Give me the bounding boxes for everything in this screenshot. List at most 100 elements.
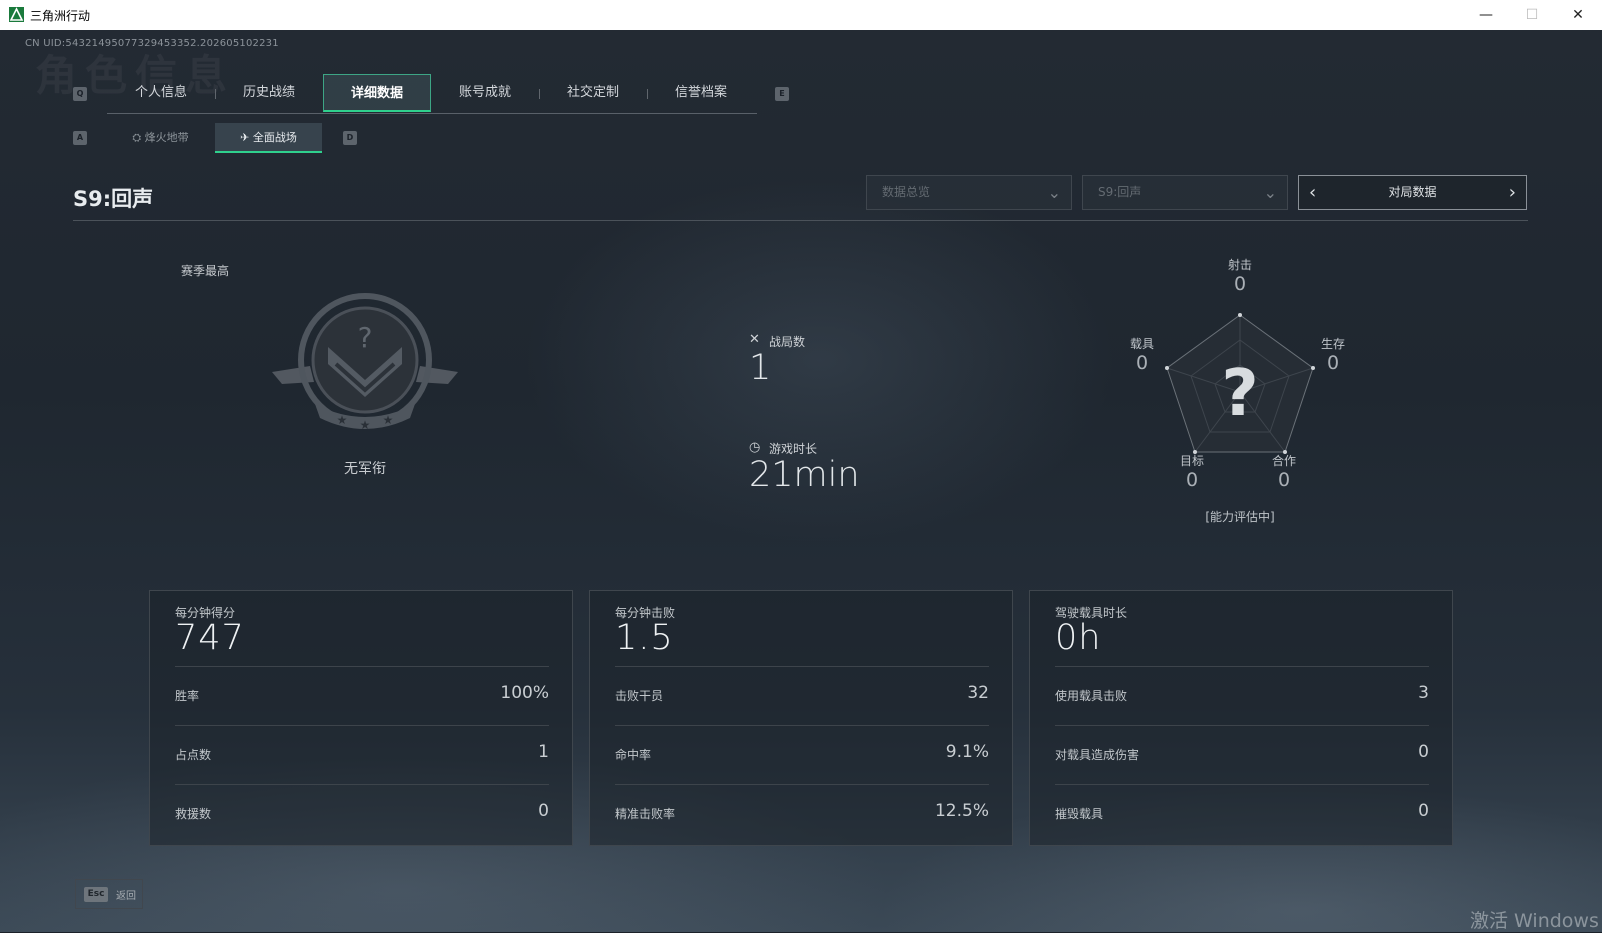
stat-card-score: 每分钟得分 747 胜率 100% 占点数 1 救援数 0	[149, 590, 573, 846]
radar-shooting-value: 0	[1233, 273, 1247, 295]
svg-text:★: ★	[337, 413, 348, 427]
stat-row: 精准击败率 12.5%	[615, 784, 989, 844]
subtab-hazard-zone[interactable]: ⛭ 烽火地带	[107, 123, 214, 153]
tab-personal-info[interactable]: 个人信息	[107, 74, 215, 112]
matches-value: 1	[749, 348, 772, 388]
mode-select[interactable]: 数据总览 ⌄	[866, 175, 1072, 210]
radar-shooting-label: 射击	[1227, 258, 1252, 272]
stat-value: 32	[967, 683, 989, 703]
stat-label: 使用载具击败	[1055, 689, 1128, 703]
radar-teamwork-value: 0	[1277, 469, 1291, 491]
stat-card-kills: 每分钟击败 1.5 击败干员 32 命中率 9.1% 精准击败率 12.5%	[589, 590, 1013, 846]
radar-vehicle-label: 载具	[1129, 337, 1154, 351]
season-title: S9:回声	[73, 187, 154, 211]
svg-text:★: ★	[360, 418, 371, 432]
mode-subtabs: ⛭ 烽火地带 ✈ 全面战场	[107, 123, 322, 153]
ability-evaluating-note: [能力评估中]	[1205, 510, 1275, 524]
tab-social[interactable]: 社交定制	[539, 74, 647, 112]
app-logo-icon	[9, 7, 24, 22]
crossed-swords-icon: ✕	[749, 332, 760, 347]
radar-objective-label: 目标	[1179, 454, 1204, 468]
rank-emblem-icon: ? ★ ★ ★	[272, 293, 458, 432]
chevron-down-icon: ⌄	[1047, 183, 1061, 202]
season-select-value: S9:回声	[1098, 185, 1142, 199]
close-button[interactable]: ✕	[1556, 0, 1600, 30]
tab-achievements[interactable]: 账号成就	[431, 74, 539, 112]
card-main-value: 1.5	[615, 618, 674, 658]
stat-label: 胜率	[175, 689, 200, 703]
stat-row: 占点数 1	[175, 725, 549, 785]
clock-icon: ◷	[749, 440, 761, 455]
stat-row: 命中率 9.1%	[615, 725, 989, 785]
chevron-left-icon[interactable]: ‹	[1309, 176, 1316, 209]
card-main-value: 0h	[1055, 618, 1102, 658]
stat-label: 对载具造成伤害	[1055, 748, 1140, 762]
stat-card-vehicle: 驾驶载具时长 0h 使用载具击败 3 对载具造成伤害 0 摧毁载具 0	[1029, 590, 1453, 846]
stat-label: 占点数	[175, 748, 212, 762]
season-select[interactable]: S9:回声 ⌄	[1082, 175, 1288, 210]
window-title: 三角洲行动	[30, 9, 91, 23]
tab-reputation[interactable]: 信誉档案	[647, 74, 755, 112]
tab-match-history[interactable]: 历史战绩	[215, 74, 323, 112]
stat-value: 3	[1418, 683, 1429, 703]
chevron-right-icon[interactable]: ›	[1509, 176, 1516, 209]
stat-label: 摧毁载具	[1055, 807, 1104, 821]
rank-name: 无军衔	[344, 461, 386, 477]
season-best-label: 赛季最高	[181, 264, 230, 278]
minimize-button[interactable]: —	[1464, 0, 1508, 30]
stat-value: 0	[538, 801, 549, 821]
stat-value: 100%	[500, 683, 549, 703]
stat-label: 命中率	[615, 748, 652, 762]
section-divider	[73, 220, 1528, 221]
stat-row: 击败干员 32	[615, 666, 989, 726]
svg-text:?: ?	[358, 321, 373, 354]
stat-row: 摧毁载具 0	[1055, 784, 1429, 844]
maximize-button[interactable]: ☐	[1510, 0, 1554, 30]
svg-text:?: ?	[1221, 357, 1258, 431]
radar-survival-label: 生存	[1320, 337, 1345, 351]
next-tab-key-hint[interactable]: E	[775, 87, 789, 101]
mode-select-value: 数据总览	[882, 185, 931, 199]
stat-label: 救援数	[175, 807, 212, 821]
activate-windows-watermark: 激活 Windows	[1470, 910, 1599, 932]
tab-detailed-data[interactable]: 详细数据	[323, 74, 431, 112]
svg-text:★: ★	[383, 413, 394, 427]
prev-subtab-key-hint[interactable]: A	[73, 131, 87, 145]
data-pager: ‹ 对局数据 ›	[1298, 175, 1527, 210]
radar-vehicle-value: 0	[1135, 352, 1149, 374]
chevron-down-icon: ⌄	[1263, 183, 1277, 202]
stat-value: 9.1%	[945, 742, 989, 762]
radar-objective-value: 0	[1185, 469, 1199, 491]
stat-value: 12.5%	[934, 801, 989, 821]
warfare-icon: ✈	[240, 131, 253, 144]
pager-label: 对局数据	[1388, 185, 1437, 199]
player-uid: CN UID:543214950773294533​52.20260510223…	[25, 38, 279, 49]
matches-label: 战局数	[769, 335, 806, 349]
playtime-value: 21min	[749, 455, 860, 495]
stat-value: 0	[1418, 742, 1429, 762]
subtab-label: 全面战场	[252, 131, 297, 144]
radar-teamwork-label: 合作	[1271, 454, 1296, 468]
stat-row: 使用载具击败 3	[1055, 666, 1429, 726]
stat-row: 对载具造成伤害 0	[1055, 725, 1429, 785]
main-tabs: 个人信息 历史战绩 详细数据 账号成就 社交定制 信誉档案	[107, 74, 757, 114]
stat-row: 胜率 100%	[175, 666, 549, 726]
ability-radar-chart: ?	[1165, 313, 1315, 454]
esc-key-hint: Esc	[84, 887, 108, 902]
stat-label: 击败干员	[615, 689, 664, 703]
subtab-label: 烽火地带	[144, 131, 189, 144]
hazard-zone-icon: ⛭	[132, 131, 145, 144]
next-subtab-key-hint[interactable]: D	[343, 131, 357, 145]
back-label: 返回	[116, 891, 136, 902]
stat-value: 1	[538, 742, 549, 762]
radar-survival-value: 0	[1326, 352, 1340, 374]
card-main-value: 747	[175, 618, 245, 658]
game-screen: 角色信息 CN UID:543214950773294533​52.202605…	[0, 30, 1602, 932]
stat-label: 精准击败率	[615, 807, 676, 821]
back-button[interactable]: Esc 返回	[75, 879, 143, 909]
stat-value: 0	[1418, 801, 1429, 821]
prev-tab-key-hint[interactable]: Q	[73, 87, 87, 101]
subtab-full-warfare[interactable]: ✈ 全面战场	[215, 123, 322, 153]
stat-row: 救援数 0	[175, 784, 549, 844]
window-titlebar: 三角洲行动 — ☐ ✕	[0, 0, 1602, 30]
